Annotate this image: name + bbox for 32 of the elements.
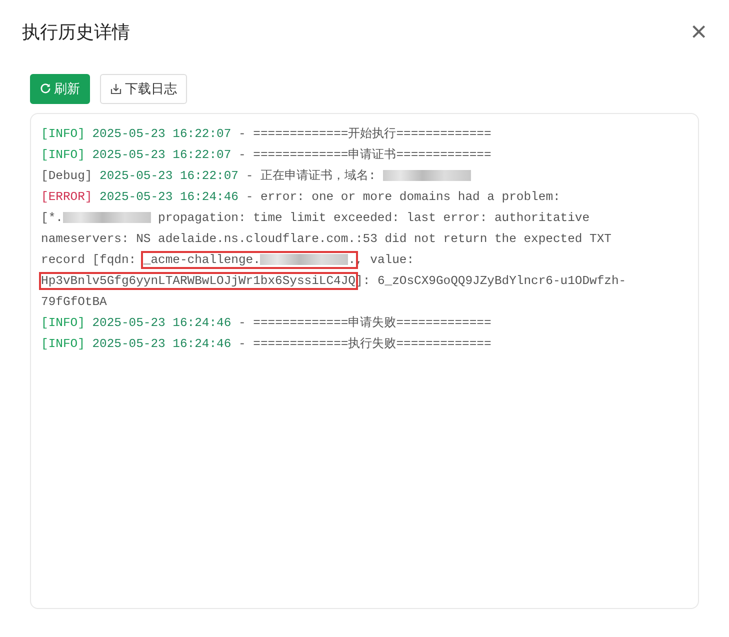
log-text: - error: one or more domains had a problem: [246, 190, 560, 204]
log-timestamp: 2025-05-23 16:24:46 [100, 190, 238, 204]
log-text: _acme-challenge. [143, 252, 260, 266]
log-text: 79fGfOtBA [41, 294, 107, 308]
log-timestamp: 2025-05-23 16:22:07 [100, 168, 238, 182]
log-timestamp: 2025-05-23 16:24:46 [92, 316, 232, 330]
download-icon [110, 82, 122, 95]
log-level: [INFO] [41, 336, 85, 350]
log-timestamp: 2025-05-23 16:24:46 [92, 336, 232, 350]
log-text: propagation: time limit exceeded: last error: authoritative [157, 210, 590, 224]
close-button[interactable]: × [686, 18, 711, 46]
log-text: [*. [41, 210, 63, 224]
log-text: Hp3vBnlv5Gfg6yynLTARWBwLOJjWr1bx6SyssiLC4JQ [41, 274, 356, 288]
log-text: record [fqdn: [41, 252, 138, 266]
log-text: - =============申请证书============= [238, 148, 492, 162]
log-text: - 正在申请证书，域名: [246, 168, 377, 182]
refresh-icon [40, 83, 51, 94]
refresh-button[interactable]: 刷新 [30, 74, 90, 104]
log-timestamp: 2025-05-23 16:22:07 [92, 126, 232, 140]
dialog-title: 执行历史详情 [22, 20, 130, 44]
log-level: [Debug] [41, 168, 92, 182]
log-text: . [348, 252, 356, 266]
log-level: [INFO] [41, 126, 85, 140]
log-text: nameservers: NS adelaide.ns.cloudflare.com.:53 did not return the expected TXT [41, 232, 612, 246]
log-text: - =============执行失败============= [238, 336, 492, 350]
log-level: [INFO] [41, 148, 85, 162]
log-level: [INFO] [41, 316, 85, 330]
log-timestamp: 2025-05-23 16:22:07 [92, 148, 232, 162]
log-text: - =============申请失败============= [238, 316, 492, 330]
download-log-button[interactable]: 下载日志 [100, 74, 187, 104]
log-text: - =============开始执行============= [238, 126, 492, 140]
log-level: [ERROR] [41, 190, 92, 204]
